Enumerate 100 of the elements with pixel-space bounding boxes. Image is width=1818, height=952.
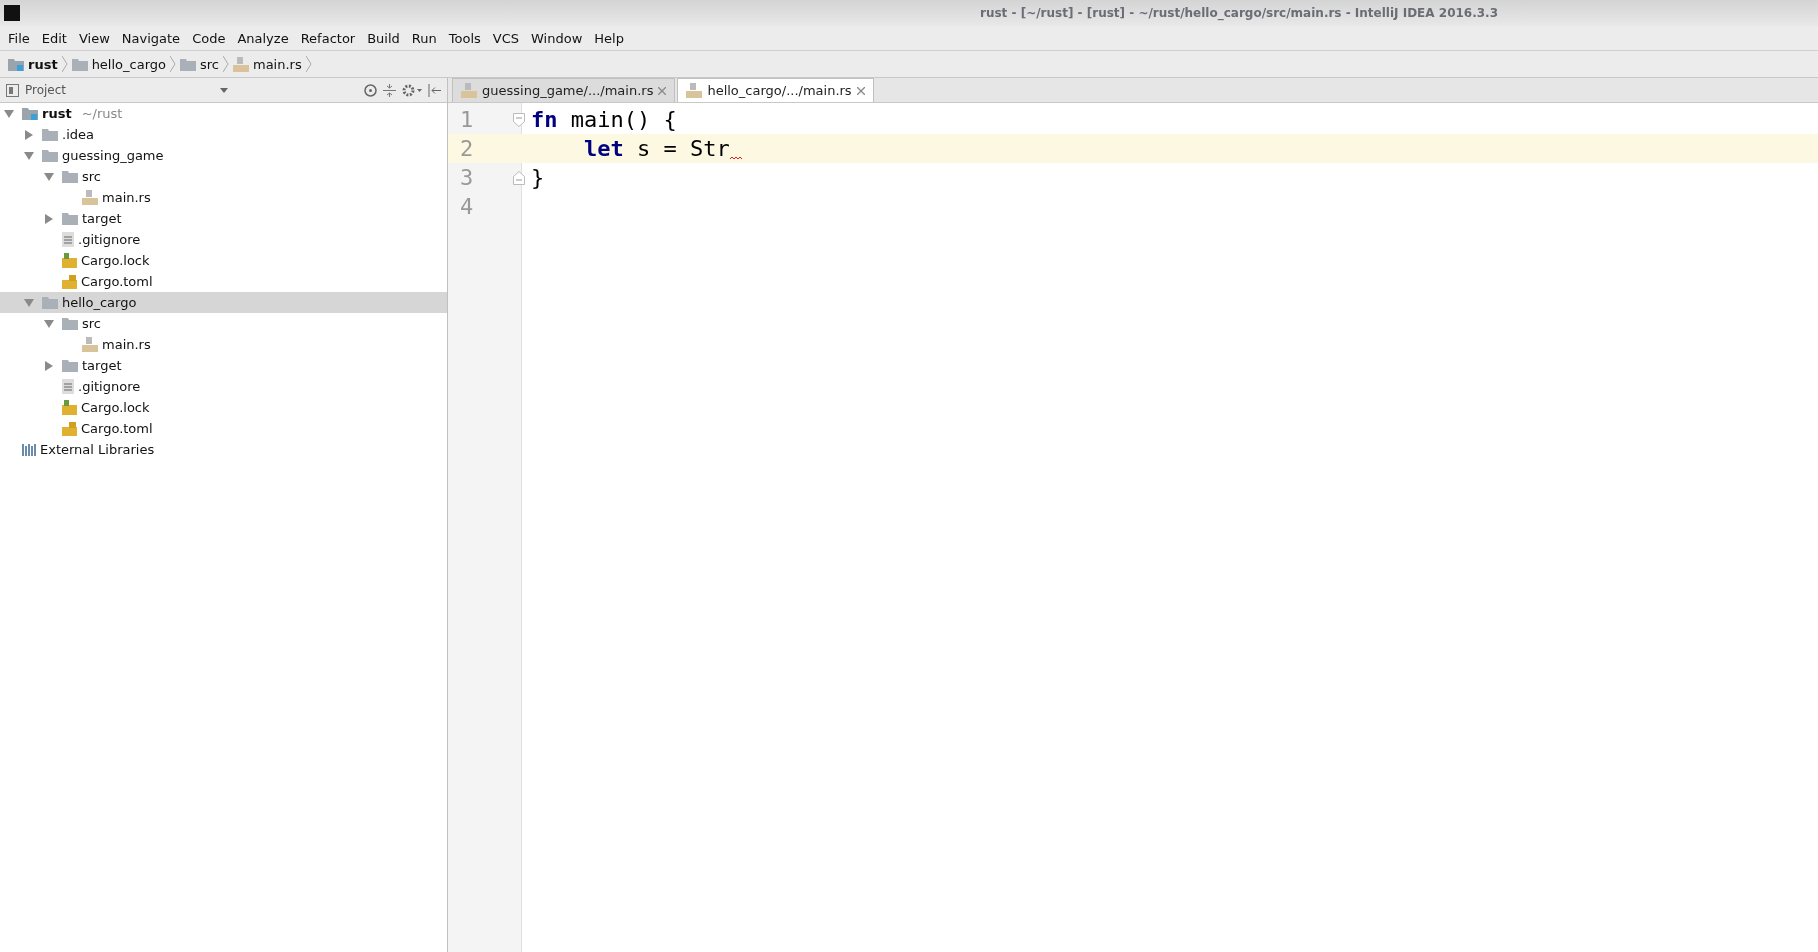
package-lock-icon [62,400,77,415]
folder-icon [22,107,38,120]
expanded-arrow-icon[interactable] [4,108,14,119]
chevron-icon [305,56,312,72]
window-title: rust - [~/rust] - [rust] - ~/rust/hello_cargo/src/main.rs - IntelliJ IDEA 2016.3.3 [980,6,1498,20]
package-lock-icon [62,253,77,268]
collapse-all-icon[interactable] [383,83,396,97]
menu-item[interactable]: Analyze [231,30,295,46]
chevron-icon [170,56,176,72]
editor-tab[interactable]: hello_cargo/.../main.rs [677,78,874,102]
tree-item[interactable]: External Libraries [0,439,447,460]
folder-icon [62,317,78,330]
rust-file-icon [232,56,249,72]
target-icon[interactable] [364,83,377,97]
rust-file-icon [82,190,98,205]
expanded-arrow-icon[interactable] [44,171,54,182]
tree-item[interactable]: guessing_game [0,145,447,166]
menu-item[interactable]: Window [525,30,589,46]
tree-item[interactable]: src [0,166,447,187]
rust-file-icon [686,83,703,98]
collapsed-arrow-icon[interactable] [44,360,54,371]
tree-item[interactable]: main.rs [0,187,447,208]
library-icon [22,443,36,456]
fold-icon[interactable] [513,112,525,127]
tree-item[interactable]: Cargo.lock [0,397,447,418]
fold-icon[interactable] [513,170,525,185]
breadcrumb-item[interactable]: main.rs [252,56,302,72]
close-icon[interactable] [856,86,865,95]
tree-item[interactable]: .idea [0,124,447,145]
folder-icon [8,57,24,71]
menu-item[interactable]: Edit [35,30,73,46]
menu-item[interactable]: VCS [486,30,526,46]
collapsed-arrow-icon[interactable] [44,213,54,224]
folder-icon [62,359,78,372]
tree-item-label: Cargo.toml [81,421,153,436]
tree-item[interactable]: .gitignore [0,229,447,250]
menu-item[interactable]: Code [186,30,232,46]
dropdown-caret-icon[interactable] [220,87,228,93]
tree-item-label: .idea [62,127,94,142]
breadcrumb-item[interactable]: hello_cargo [91,56,166,72]
tree-item-label: src [82,169,101,184]
close-icon[interactable] [658,86,667,95]
tree-item-label: src [82,316,101,331]
menu-item[interactable]: Navigate [115,30,187,46]
line-number: 2 [459,136,475,161]
menu-item[interactable]: File [2,30,36,46]
folder-icon [42,128,58,141]
tree-item-label: rust [42,106,72,121]
tree-item-label: main.rs [102,337,151,352]
app-logo-icon [4,5,20,21]
hide-panel-icon[interactable] [428,83,441,97]
folder-icon [62,212,78,225]
collapsed-arrow-icon[interactable] [24,129,34,140]
line-number: 4 [459,194,475,219]
expanded-arrow-icon[interactable] [24,150,34,161]
tree-item[interactable]: Cargo.toml [0,271,447,292]
code-line: let s = Str [584,136,730,161]
line-number: 1 [459,107,475,132]
chevron-icon [222,56,229,72]
folder-icon [42,149,58,162]
code-line: } [531,165,545,190]
tree-item[interactable]: .gitignore [0,376,447,397]
text-file-icon [62,379,74,394]
tree-item-label: guessing_game [62,148,164,163]
menu-item[interactable]: Refactor [294,30,362,46]
folder-icon [62,170,78,183]
tree-item[interactable]: target [0,208,447,229]
breadcrumb-item[interactable]: rust [28,56,58,72]
folder-icon [180,57,196,71]
expanded-arrow-icon[interactable] [44,318,54,329]
tree-item[interactable]: hello_cargo [0,292,447,313]
tree-item[interactable]: main.rs [0,334,447,355]
menu-item[interactable]: Tools [442,30,487,46]
tree-item[interactable]: Cargo.toml [0,418,447,439]
tree-item-label: .gitignore [78,379,141,394]
line-number: 3 [459,165,475,190]
editor-tab[interactable]: guessing_game/.../main.rs [452,78,676,102]
menu-item[interactable]: Run [405,30,443,46]
tree-item-label: main.rs [102,190,151,205]
settings-icon[interactable] [402,83,422,97]
tree-item-label: .gitignore [78,232,141,247]
tree-item[interactable]: rust ~/rust [0,103,447,124]
chevron-icon [61,56,68,72]
tree-item-label: Cargo.lock [81,400,150,415]
breadcrumb-item[interactable]: src [200,56,219,72]
tree-item-label: hello_cargo [62,295,137,310]
code-line: fn main() { [531,107,677,132]
package-icon [62,274,77,289]
tree-item[interactable]: target [0,355,447,376]
menu-item[interactable]: Build [361,30,406,46]
package-icon [62,421,77,436]
folder-icon [42,296,58,309]
tree-item[interactable]: Cargo.lock [0,250,447,271]
tree-item-label: target [82,211,122,226]
menu-item[interactable]: Help [588,30,630,46]
tree-item[interactable]: src [0,313,447,334]
folder-icon [71,57,88,71]
project-view-icon [6,83,19,97]
expanded-arrow-icon[interactable] [24,297,34,308]
menu-item[interactable]: View [72,30,116,46]
